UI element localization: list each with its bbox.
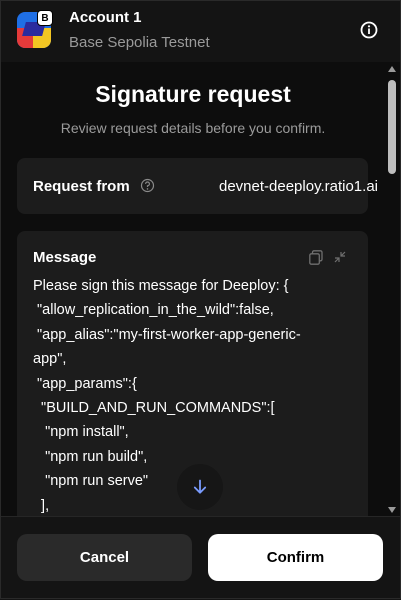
network-name: Base Sepolia Testnet [69, 34, 210, 51]
message-label: Message [33, 249, 97, 266]
scroll-down-arrow[interactable] [387, 506, 397, 514]
copy-icon[interactable] [309, 250, 323, 265]
arrow-down-icon [193, 479, 207, 494]
info-icon[interactable] [358, 19, 380, 41]
request-content[interactable]: Signature request Review request details… [0, 62, 401, 516]
confirm-button[interactable]: Confirm [208, 534, 383, 581]
page-subtitle: Review request details before you confir… [60, 120, 326, 136]
account-avatar[interactable]: B [17, 10, 53, 48]
cancel-button[interactable]: Cancel [17, 534, 192, 581]
page-title: Signature request [95, 81, 291, 107]
help-icon[interactable] [140, 178, 155, 193]
request-from-label: Request from [33, 178, 130, 195]
scrollbar-thumb[interactable] [388, 80, 396, 174]
scroll-up-arrow[interactable] [387, 65, 397, 73]
scrollbar[interactable] [386, 62, 398, 516]
message-text: Please sign this message for Deeploy: { … [33, 278, 301, 514]
request-origin: devnet-deeploy.ratio1.ai [219, 178, 378, 195]
network-badge: B [37, 10, 53, 26]
action-footer: Cancel Confirm [0, 516, 401, 600]
account-name[interactable]: Account 1 [69, 9, 142, 26]
request-from-card: Request from devnet-deeploy.ratio1.ai [17, 158, 378, 214]
scroll-down-button[interactable] [177, 464, 223, 510]
collapse-icon[interactable] [334, 250, 346, 263]
app-header: B Account 1 Base Sepolia Testnet [0, 0, 401, 63]
